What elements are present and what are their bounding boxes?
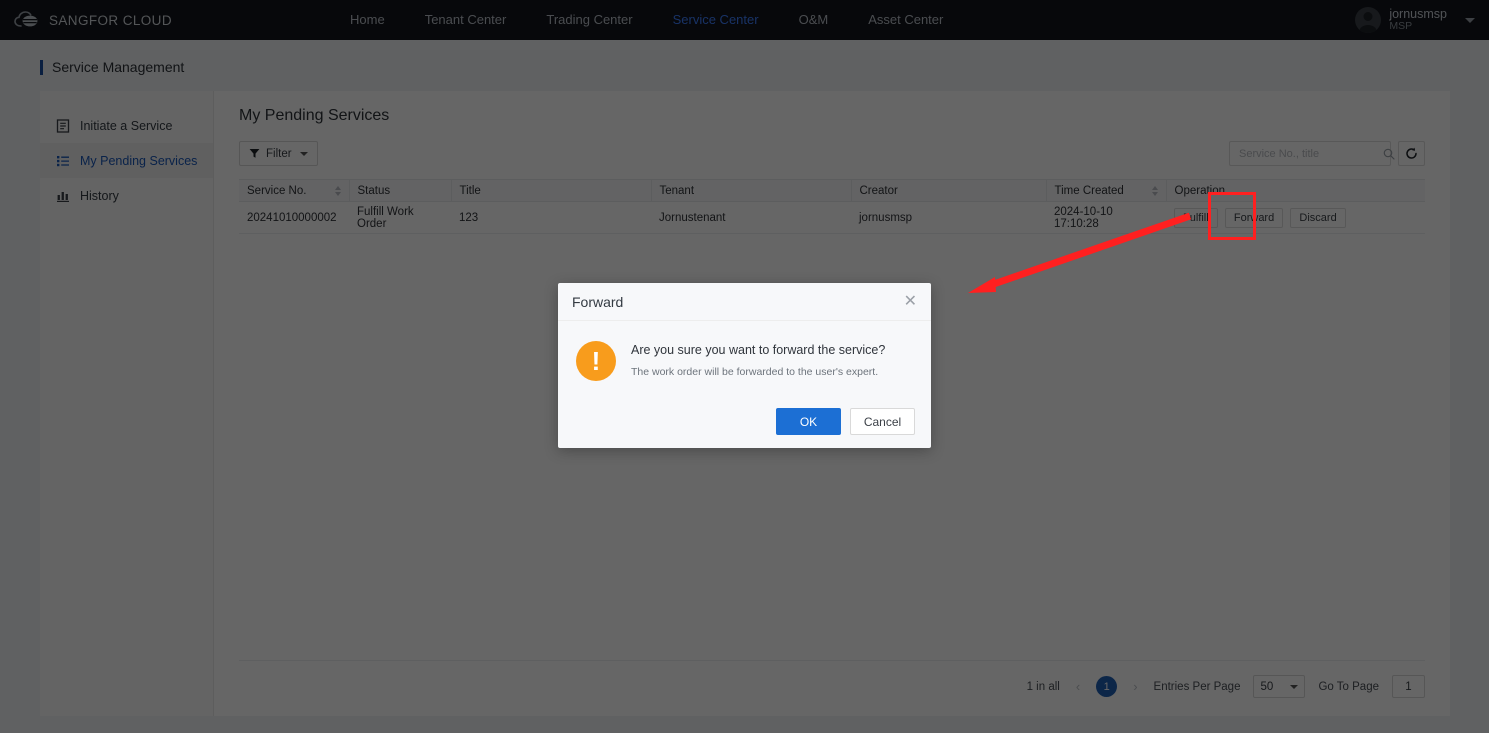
dialog-title: Forward	[572, 293, 624, 310]
app-root: SANGFOR CLOUD Home Tenant Center Trading…	[0, 0, 1489, 733]
exclamation-icon: !	[576, 341, 616, 381]
forward-dialog: Forward ✕ ! Are you sure you want to for…	[558, 283, 931, 448]
dialog-body: ! Are you sure you want to forward the s…	[558, 321, 931, 381]
dialog-footer: OK Cancel	[776, 408, 915, 435]
dialog-header: Forward ✕	[558, 283, 931, 321]
dialog-question: Are you sure you want to forward the ser…	[631, 343, 886, 357]
dialog-description: The work order will be forwarded to the …	[631, 366, 879, 378]
cancel-button[interactable]: Cancel	[850, 408, 915, 435]
close-icon[interactable]: ✕	[904, 293, 917, 310]
dialog-text-group: Are you sure you want to forward the ser…	[631, 341, 885, 381]
ok-button[interactable]: OK	[776, 408, 841, 435]
